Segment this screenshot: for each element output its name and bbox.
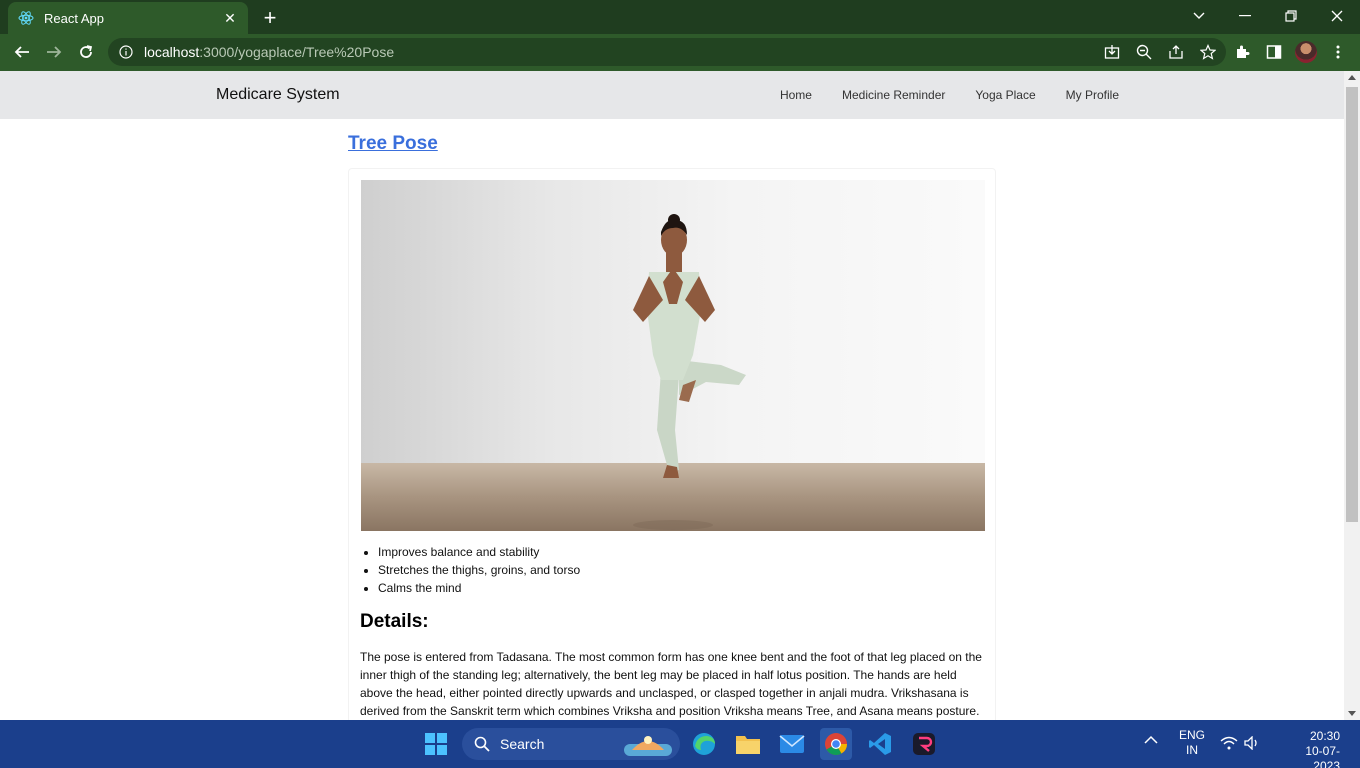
edge-icon[interactable]	[688, 728, 720, 760]
show-hidden-icons-icon[interactable]	[1144, 734, 1158, 748]
taskbar-search[interactable]: Search	[462, 728, 680, 760]
vscode-icon[interactable]	[864, 728, 896, 760]
address-bar[interactable]: localhost:3000/yogaplace/Tree%20Pose	[108, 38, 1226, 66]
react-icon	[18, 10, 34, 26]
share-icon[interactable]	[1166, 44, 1186, 60]
app-navbar: Medicare System Home Medicine Reminder Y…	[0, 71, 1344, 119]
install-app-icon[interactable]	[1102, 44, 1122, 60]
scroll-down-arrow-icon[interactable]	[1348, 711, 1356, 716]
scrollbar-thumb[interactable]	[1346, 87, 1358, 522]
details-paragraph: The pose is entered from Tadasana. The m…	[360, 650, 982, 718]
nav-home[interactable]: Home	[780, 88, 812, 102]
nav-my-profile[interactable]: My Profile	[1066, 88, 1119, 102]
restore-icon[interactable]	[1268, 0, 1314, 32]
benefit-item: Improves balance and stability	[378, 543, 580, 561]
browser-toolbar: localhost:3000/yogaplace/Tree%20Pose	[0, 34, 1360, 71]
details-heading: Details:	[360, 611, 429, 632]
new-tab-button[interactable]: +	[258, 5, 282, 30]
search-highlight-icon	[624, 730, 672, 758]
pose-title-link[interactable]: Tree Pose	[348, 133, 438, 155]
tab-search-icon[interactable]	[1176, 0, 1222, 32]
language-code: ENG	[1178, 728, 1205, 742]
bookmark-star-icon[interactable]	[1198, 44, 1218, 60]
file-explorer-icon[interactable]	[732, 728, 764, 760]
page-viewport: Medicare System Home Medicine Reminder Y…	[0, 71, 1344, 720]
extensions-icon[interactable]	[1230, 40, 1254, 64]
page-scrollbar[interactable]	[1344, 71, 1360, 720]
search-icon	[474, 736, 490, 752]
close-window-icon[interactable]	[1314, 0, 1360, 32]
chrome-icon[interactable]	[820, 728, 852, 760]
nav-yoga-place[interactable]: Yoga Place	[975, 88, 1035, 102]
language-region: IN	[1186, 743, 1198, 757]
zoom-icon[interactable]	[1134, 44, 1154, 60]
search-label: Search	[500, 736, 545, 752]
benefits-list: Improves balance and stability Stretches…	[378, 543, 580, 597]
windows-start-icon[interactable]	[420, 728, 452, 760]
tab-title: React App	[44, 10, 104, 26]
benefit-item: Stretches the thighs, groins, and torso	[378, 561, 580, 579]
close-tab-icon[interactable]: ✕	[222, 10, 238, 26]
video-editor-icon[interactable]	[908, 728, 940, 760]
volume-icon[interactable]	[1244, 735, 1260, 753]
pose-image	[361, 180, 985, 531]
benefit-item: Calms the mind	[378, 579, 580, 597]
minimize-icon[interactable]	[1222, 0, 1268, 32]
forward-icon[interactable]	[40, 38, 68, 66]
menu-kebab-icon[interactable]	[1326, 40, 1350, 64]
url-host: localhost	[144, 44, 200, 60]
language-indicator[interactable]: ENG IN	[1174, 728, 1210, 758]
browser-tab-strip: React App ✕ +	[0, 0, 1360, 34]
wifi-icon[interactable]	[1220, 736, 1238, 753]
profile-avatar[interactable]	[1295, 41, 1317, 63]
mail-icon[interactable]	[776, 728, 808, 760]
browser-tab[interactable]: React App ✕	[8, 2, 248, 34]
reload-icon[interactable]	[72, 38, 100, 66]
site-info-icon[interactable]	[118, 44, 134, 60]
scroll-up-arrow-icon[interactable]	[1348, 75, 1356, 80]
back-icon[interactable]	[8, 38, 36, 66]
brand-logo-text[interactable]: Medicare System	[216, 86, 340, 104]
nav-medicine-reminder[interactable]: Medicine Reminder	[842, 88, 945, 102]
pose-card	[348, 168, 996, 720]
clock-date: 10-07-2023	[1305, 744, 1340, 768]
system-clock[interactable]: 20:30 10-07-2023	[1280, 729, 1340, 768]
clock-time: 20:30	[1309, 729, 1340, 743]
windows-taskbar: Search ENG IN 20:30 10-07-2023	[0, 720, 1360, 768]
url-path: :3000/yogaplace/Tree%20Pose	[199, 44, 395, 60]
side-panel-icon[interactable]	[1262, 40, 1286, 64]
